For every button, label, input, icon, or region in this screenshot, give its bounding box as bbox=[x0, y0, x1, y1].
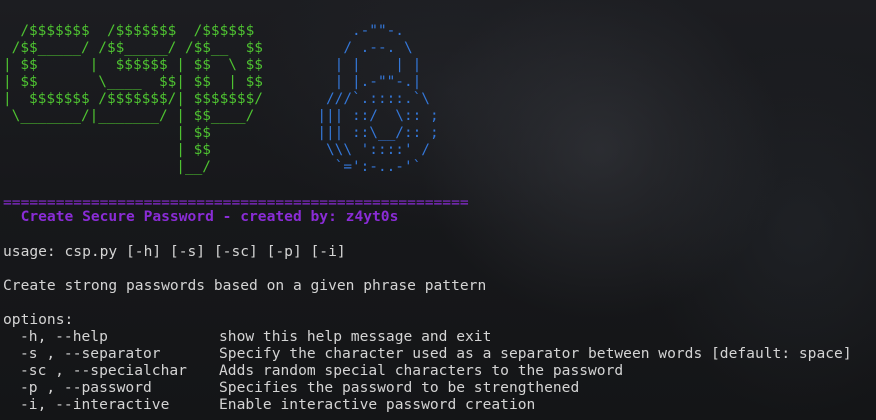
option-desc-specialchar: Adds random special characters to the pa… bbox=[219, 362, 624, 379]
option-desc-help: show this help message and exit bbox=[219, 328, 492, 345]
option-desc-separator: Specify the character used as a separato… bbox=[219, 345, 852, 362]
option-flag-interactive: -i, --interactive bbox=[20, 396, 170, 413]
option-desc-interactive: Enable interactive password creation bbox=[219, 396, 536, 413]
usage-line: usage: csp.py [-h] [-s] [-sc] [-p] [-i] bbox=[3, 243, 346, 260]
options-heading: options: bbox=[3, 311, 74, 328]
option-flag-help: -h, --help bbox=[20, 328, 108, 345]
option-flag-password: -p , --password bbox=[20, 379, 152, 396]
description-line: Create strong passwords based on a given… bbox=[3, 277, 487, 294]
option-desc-password: Specifies the password to be strengthene… bbox=[219, 379, 580, 396]
banner-title: Create Secure Password - created by: z4y… bbox=[3, 208, 399, 225]
terminal-output: /$$$$$$$ /$$$$$$$ /$$$$$$ /$$_____/ /$$_… bbox=[0, 0, 876, 420]
option-flag-specialchar: -sc , --specialchar bbox=[20, 362, 187, 379]
csp-ascii-logo: /$$$$$$$ /$$$$$$$ /$$$$$$ /$$_____/ /$$_… bbox=[3, 23, 263, 175]
padlock-ascii-art: .-""-. / .--. \ | | | | | |.-""-.| ///`.… bbox=[317, 23, 439, 175]
option-flag-separator: -s , --separator bbox=[20, 345, 161, 362]
